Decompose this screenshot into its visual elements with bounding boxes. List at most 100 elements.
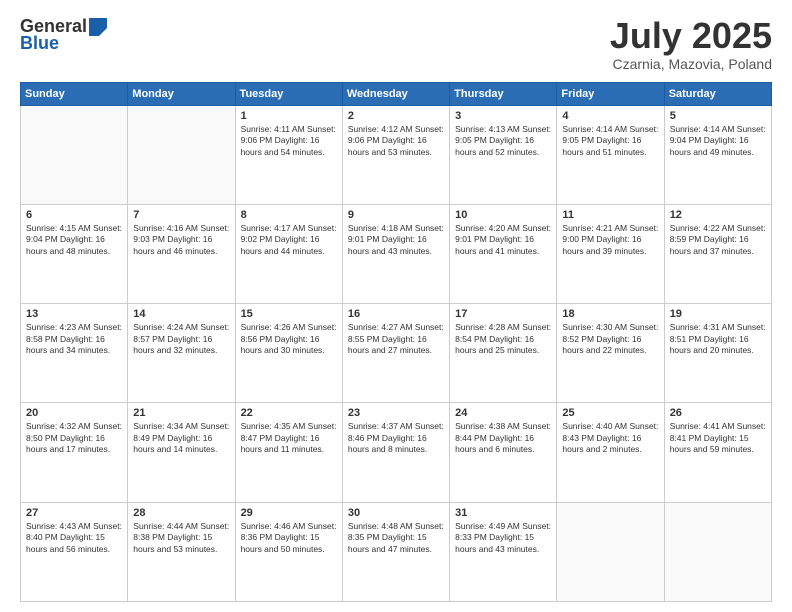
logo-blue-text: Blue <box>20 33 59 54</box>
cell-info-text: Sunrise: 4:14 AM Sunset: 9:05 PM Dayligh… <box>562 124 658 158</box>
calendar-header-row: Sunday Monday Tuesday Wednesday Thursday… <box>21 82 772 105</box>
calendar-week-2: 6 Sunrise: 4:15 AM Sunset: 9:04 PM Daylig… <box>21 204 772 303</box>
header: General Blue July 2025 Czarnia, Mazovia,… <box>20 16 772 72</box>
calendar-cell: 1 Sunrise: 4:11 AM Sunset: 9:06 PM Daylig… <box>235 105 342 204</box>
cell-info-text: Sunrise: 4:18 AM Sunset: 9:01 PM Dayligh… <box>348 223 444 257</box>
cell-info-text: Sunrise: 4:31 AM Sunset: 8:51 PM Dayligh… <box>670 322 766 356</box>
title-block: July 2025 Czarnia, Mazovia, Poland <box>610 16 772 72</box>
cell-date-number: 11 <box>562 209 658 221</box>
cell-date-number: 2 <box>348 110 444 122</box>
col-monday: Monday <box>128 82 235 105</box>
cell-info-text: Sunrise: 4:11 AM Sunset: 9:06 PM Dayligh… <box>241 124 337 158</box>
calendar-cell: 9 Sunrise: 4:18 AM Sunset: 9:01 PM Daylig… <box>342 204 449 303</box>
calendar-cell <box>664 502 771 601</box>
calendar-cell: 23 Sunrise: 4:37 AM Sunset: 8:46 PM Dayli… <box>342 403 449 502</box>
cell-info-text: Sunrise: 4:13 AM Sunset: 9:05 PM Dayligh… <box>455 124 551 158</box>
calendar-week-1: 1 Sunrise: 4:11 AM Sunset: 9:06 PM Daylig… <box>21 105 772 204</box>
cell-date-number: 27 <box>26 507 122 519</box>
cell-date-number: 1 <box>241 110 337 122</box>
cell-info-text: Sunrise: 4:38 AM Sunset: 8:44 PM Dayligh… <box>455 421 551 455</box>
cell-date-number: 19 <box>670 308 766 320</box>
cell-info-text: Sunrise: 4:26 AM Sunset: 8:56 PM Dayligh… <box>241 322 337 356</box>
cell-date-number: 26 <box>670 407 766 419</box>
cell-date-number: 13 <box>26 308 122 320</box>
cell-info-text: Sunrise: 4:43 AM Sunset: 8:40 PM Dayligh… <box>26 521 122 555</box>
cell-info-text: Sunrise: 4:28 AM Sunset: 8:54 PM Dayligh… <box>455 322 551 356</box>
col-tuesday: Tuesday <box>235 82 342 105</box>
calendar-cell: 15 Sunrise: 4:26 AM Sunset: 8:56 PM Dayli… <box>235 304 342 403</box>
cell-date-number: 6 <box>26 209 122 221</box>
calendar-week-3: 13 Sunrise: 4:23 AM Sunset: 8:58 PM Dayli… <box>21 304 772 403</box>
cell-date-number: 8 <box>241 209 337 221</box>
calendar-cell: 19 Sunrise: 4:31 AM Sunset: 8:51 PM Dayli… <box>664 304 771 403</box>
cell-date-number: 24 <box>455 407 551 419</box>
calendar-cell: 2 Sunrise: 4:12 AM Sunset: 9:06 PM Daylig… <box>342 105 449 204</box>
cell-info-text: Sunrise: 4:34 AM Sunset: 8:49 PM Dayligh… <box>133 421 229 455</box>
calendar-cell <box>128 105 235 204</box>
calendar-cell: 21Sunrise: 4:34 AM Sunset: 8:49 PM Dayli… <box>128 403 235 502</box>
cell-info-text: Sunrise: 4:23 AM Sunset: 8:58 PM Dayligh… <box>26 322 122 356</box>
calendar-cell: 22Sunrise: 4:35 AM Sunset: 8:47 PM Dayli… <box>235 403 342 502</box>
cell-date-number: 4 <box>562 110 658 122</box>
cell-date-number: 9 <box>348 209 444 221</box>
calendar-cell: 18Sunrise: 4:30 AM Sunset: 8:52 PM Dayli… <box>557 304 664 403</box>
cell-info-text: Sunrise: 4:14 AM Sunset: 9:04 PM Dayligh… <box>670 124 766 158</box>
calendar-cell: 29 Sunrise: 4:46 AM Sunset: 8:36 PM Dayli… <box>235 502 342 601</box>
cell-date-number: 15 <box>241 308 337 320</box>
cell-date-number: 23 <box>348 407 444 419</box>
cell-date-number: 28 <box>133 507 229 519</box>
calendar-cell: 17Sunrise: 4:28 AM Sunset: 8:54 PM Dayli… <box>450 304 557 403</box>
cell-date-number: 22 <box>241 407 337 419</box>
calendar-cell: 5Sunrise: 4:14 AM Sunset: 9:04 PM Daylig… <box>664 105 771 204</box>
calendar-week-5: 27 Sunrise: 4:43 AM Sunset: 8:40 PM Dayli… <box>21 502 772 601</box>
cell-info-text: Sunrise: 4:27 AM Sunset: 8:55 PM Dayligh… <box>348 322 444 356</box>
calendar-cell: 13 Sunrise: 4:23 AM Sunset: 8:58 PM Dayli… <box>21 304 128 403</box>
cell-date-number: 16 <box>348 308 444 320</box>
cell-info-text: Sunrise: 4:40 AM Sunset: 8:43 PM Dayligh… <box>562 421 658 455</box>
calendar-cell: 14Sunrise: 4:24 AM Sunset: 8:57 PM Dayli… <box>128 304 235 403</box>
cell-date-number: 3 <box>455 110 551 122</box>
calendar-cell: 6 Sunrise: 4:15 AM Sunset: 9:04 PM Daylig… <box>21 204 128 303</box>
cell-date-number: 25 <box>562 407 658 419</box>
calendar-week-4: 20 Sunrise: 4:32 AM Sunset: 8:50 PM Dayli… <box>21 403 772 502</box>
cell-date-number: 12 <box>670 209 766 221</box>
calendar-cell: 20 Sunrise: 4:32 AM Sunset: 8:50 PM Dayli… <box>21 403 128 502</box>
cell-info-text: Sunrise: 4:49 AM Sunset: 8:33 PM Dayligh… <box>455 521 551 555</box>
calendar-cell: 3 Sunrise: 4:13 AM Sunset: 9:05 PM Daylig… <box>450 105 557 204</box>
cell-date-number: 18 <box>562 308 658 320</box>
cell-info-text: Sunrise: 4:20 AM Sunset: 9:01 PM Dayligh… <box>455 223 551 257</box>
cell-date-number: 29 <box>241 507 337 519</box>
cell-date-number: 7 <box>133 209 229 221</box>
page: General Blue July 2025 Czarnia, Mazovia,… <box>0 0 792 612</box>
cell-info-text: Sunrise: 4:44 AM Sunset: 8:38 PM Dayligh… <box>133 521 229 555</box>
cell-date-number: 31 <box>455 507 551 519</box>
cell-info-text: Sunrise: 4:46 AM Sunset: 8:36 PM Dayligh… <box>241 521 337 555</box>
cell-date-number: 14 <box>133 308 229 320</box>
logo: General Blue <box>20 16 107 54</box>
cell-info-text: Sunrise: 4:15 AM Sunset: 9:04 PM Dayligh… <box>26 223 122 257</box>
calendar-cell <box>21 105 128 204</box>
col-thursday: Thursday <box>450 82 557 105</box>
title-location: Czarnia, Mazovia, Poland <box>610 56 772 72</box>
calendar-cell: 30Sunrise: 4:48 AM Sunset: 8:35 PM Dayli… <box>342 502 449 601</box>
cell-info-text: Sunrise: 4:17 AM Sunset: 9:02 PM Dayligh… <box>241 223 337 257</box>
cell-info-text: Sunrise: 4:16 AM Sunset: 9:03 PM Dayligh… <box>133 223 229 257</box>
calendar-cell: 31 Sunrise: 4:49 AM Sunset: 8:33 PM Dayli… <box>450 502 557 601</box>
col-saturday: Saturday <box>664 82 771 105</box>
cell-date-number: 20 <box>26 407 122 419</box>
calendar-cell <box>557 502 664 601</box>
cell-info-text: Sunrise: 4:32 AM Sunset: 8:50 PM Dayligh… <box>26 421 122 455</box>
calendar-table: Sunday Monday Tuesday Wednesday Thursday… <box>20 82 772 602</box>
calendar-cell: 25 Sunrise: 4:40 AM Sunset: 8:43 PM Dayli… <box>557 403 664 502</box>
calendar-cell: 4 Sunrise: 4:14 AM Sunset: 9:05 PM Daylig… <box>557 105 664 204</box>
cell-info-text: Sunrise: 4:12 AM Sunset: 9:06 PM Dayligh… <box>348 124 444 158</box>
title-month: July 2025 <box>610 16 772 56</box>
col-friday: Friday <box>557 82 664 105</box>
calendar-cell: 11Sunrise: 4:21 AM Sunset: 9:00 PM Dayli… <box>557 204 664 303</box>
cell-info-text: Sunrise: 4:37 AM Sunset: 8:46 PM Dayligh… <box>348 421 444 455</box>
cell-info-text: Sunrise: 4:41 AM Sunset: 8:41 PM Dayligh… <box>670 421 766 455</box>
calendar-cell: 27 Sunrise: 4:43 AM Sunset: 8:40 PM Dayli… <box>21 502 128 601</box>
calendar-cell: 12Sunrise: 4:22 AM Sunset: 8:59 PM Dayli… <box>664 204 771 303</box>
calendar-cell: 28 Sunrise: 4:44 AM Sunset: 8:38 PM Dayli… <box>128 502 235 601</box>
col-sunday: Sunday <box>21 82 128 105</box>
